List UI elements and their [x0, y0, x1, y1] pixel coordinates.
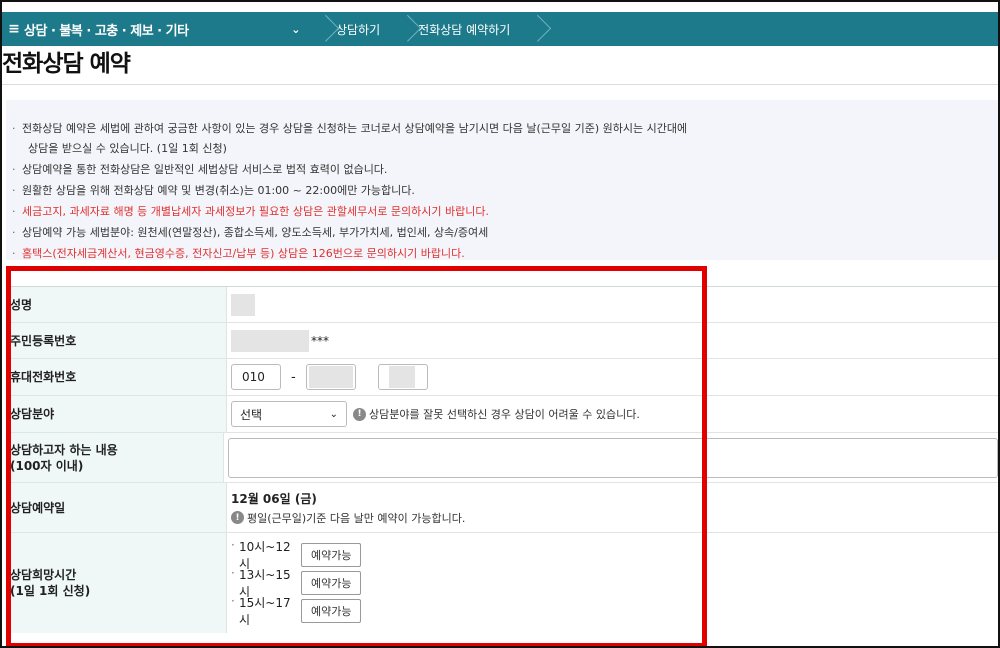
phone-last-input[interactable]: [377, 364, 428, 390]
row-content: 상담하고자 하는 내용 (100자 이내): [6, 433, 998, 483]
content-label: 상담하고자 하는 내용 (100자 이내): [6, 433, 224, 482]
phone-middle-input[interactable]: [305, 364, 356, 390]
breadcrumb-separator: [524, 12, 538, 46]
reserve-button[interactable]: 예약가능: [301, 543, 362, 567]
time-slot: 15시~17시 예약가능: [231, 594, 362, 628]
field-hint-text: 상담분야를 잘못 선택하신 경우 상담이 어려울 수 있습니다.: [369, 408, 640, 421]
date-value: 12월 06일 (금): [231, 491, 317, 506]
page-title: 전화상담 예약: [2, 51, 131, 77]
reservation-form: 성명 주민등록번호 *** 휴대전화번호 010 - 상담분야 선택 ⌄ ! 상담분…: [6, 286, 998, 633]
notice-box: 전화상담 예약은 세법에 관하여 궁금한 사항이 있는 경우 상담을 신청하는 …: [6, 100, 998, 264]
time-slot-label: 15시~17시: [231, 594, 301, 628]
breadcrumb-category-label: 상담 · 불복 · 고충 · 제보 · 기타: [24, 23, 189, 39]
notice-item: 원활한 상담을 위해 전화상담 예약 및 변경(취소)는 01:00 ~ 22:…: [12, 180, 998, 201]
divider: [2, 84, 998, 85]
breadcrumb-phone-reservation[interactable]: 전화상담 예약하기: [408, 21, 524, 38]
window: ≡ 상담 · 불복 · 고충 · 제보 · 기타 ⌄ 상담하기 전화상담 예약하…: [0, 0, 1000, 648]
content-textarea[interactable]: [228, 437, 998, 478]
date-label: 상담예약일: [6, 483, 227, 532]
field-label: 상담분야: [6, 396, 227, 432]
name-value-redacted: [231, 293, 255, 316]
warning-icon: !: [353, 407, 366, 421]
warning-icon: !: [231, 511, 244, 524]
rrn-value-redacted: [231, 329, 309, 352]
rrn-masked-suffix: ***: [311, 333, 329, 348]
time-label-main: 상담희망시간: [10, 568, 77, 582]
notice-text: 전화상담 예약은 세법에 관하여 궁금한 사항이 있는 경우 상담을 신청하는 …: [22, 122, 688, 135]
date-hint: ! 평일(근무일)기준 다음 날만 예약이 가능합니다.: [231, 510, 465, 526]
row-date: 상담예약일 12월 06일 (금) ! 평일(근무일)기준 다음 날만 예약이 가…: [6, 483, 998, 533]
row-rrn: 주민등록번호 ***: [6, 323, 998, 359]
notice-text-continued: 상담을 받으실 수 있습니다. (1일 1회 신청): [28, 142, 227, 155]
chevron-down-icon: ⌄: [329, 408, 338, 420]
phone-prefix-input[interactable]: 010: [231, 364, 281, 390]
field-hint: ! 상담분야를 잘못 선택하신 경우 상담이 어려울 수 있습니다.: [353, 406, 640, 422]
notice-item: 상담예약을 통한 전화상담은 일반적인 세법상담 서비스로 법적 효력이 없습니…: [12, 159, 998, 180]
field-select[interactable]: 선택 ⌄: [231, 401, 347, 427]
rrn-label: 주민등록번호: [6, 323, 227, 358]
notice-item-warning: 세금고지, 과세자료 해명 등 개별납세자 과세정보가 필요한 상담은 관할세무…: [12, 201, 998, 222]
breadcrumb-separator: [312, 12, 326, 46]
row-field: 상담분야 선택 ⌄ ! 상담분야를 잘못 선택하신 경우 상담이 어려울 수 있습니…: [6, 396, 998, 433]
breadcrumb-separator: [394, 12, 408, 46]
content-label-limit: (100자 이내): [10, 458, 84, 473]
field-select-value: 선택: [240, 407, 263, 422]
phone-dash: -: [291, 369, 296, 385]
reserve-button[interactable]: 예약가능: [301, 571, 362, 595]
time-slot: 13시~15시 예약가능: [231, 566, 362, 599]
top-navigation: ≡ 상담 · 불복 · 고충 · 제보 · 기타 ⌄ 상담하기 전화상담 예약하…: [2, 12, 998, 46]
time-label: 상담희망시간 (1일 1회 신청): [6, 533, 227, 633]
content-label-main: 상담하고자 하는 내용: [10, 442, 118, 457]
time-label-note: (1일 1회 신청): [10, 584, 91, 598]
chevron-down-icon: ⌄: [291, 22, 300, 36]
reserve-button[interactable]: 예약가능: [301, 599, 362, 623]
row-time: 상담희망시간 (1일 1회 신청) 10시~12시 예약가능 13시~15시 예…: [6, 533, 998, 633]
notice-item-warning: 홈택스(전자세금계산서, 현금영수증, 전자신고/납부 등) 상담은 126번으…: [12, 243, 998, 264]
row-name: 성명: [6, 287, 998, 323]
phone-label: 휴대전화번호: [6, 359, 227, 395]
hamburger-menu-icon[interactable]: ≡: [2, 21, 24, 37]
row-phone: 휴대전화번호 010 -: [6, 359, 998, 396]
notice-item: 전화상담 예약은 세법에 관하여 궁금한 사항이 있는 경우 상담을 신청하는 …: [12, 118, 998, 159]
date-hint-text: 평일(근무일)기준 다음 날만 예약이 가능합니다.: [247, 511, 466, 525]
name-label: 성명: [6, 287, 227, 322]
time-slot: 10시~12시 예약가능: [231, 538, 362, 571]
breadcrumb-category[interactable]: 상담 · 불복 · 고충 · 제보 · 기타 ⌄: [24, 20, 312, 39]
notice-item: 상담예약 가능 세법분야: 원천세(연말정산), 종합소득세, 양도소득세, 부…: [12, 222, 998, 243]
